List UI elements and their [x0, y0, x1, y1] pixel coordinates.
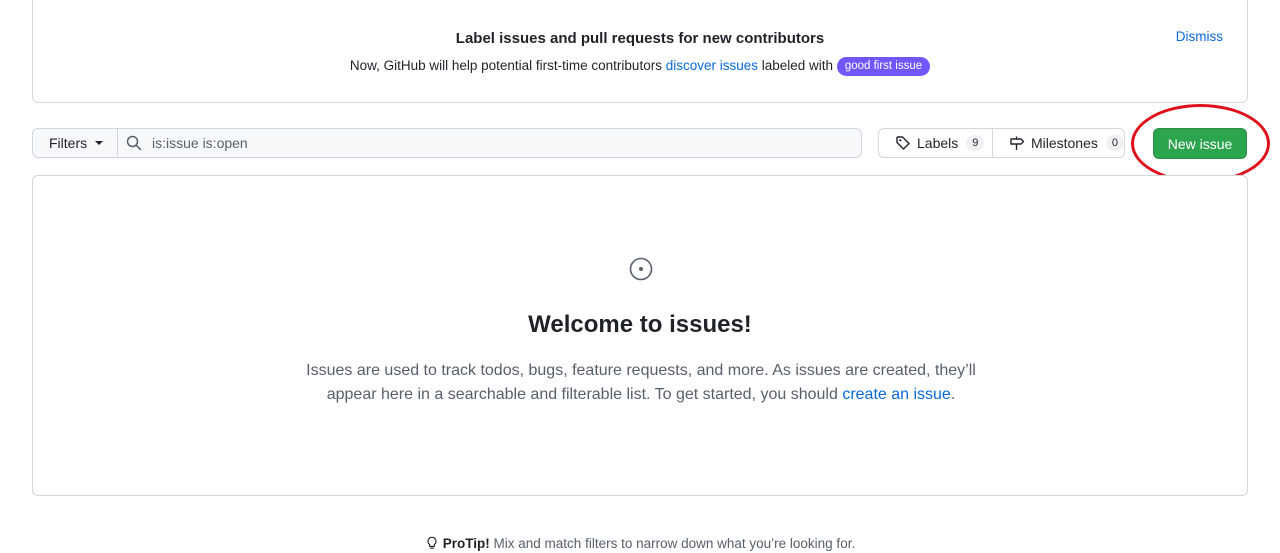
tag-icon	[896, 136, 910, 150]
caret-down-icon	[95, 141, 104, 145]
protip-text: Mix and match filters to narrow down wha…	[489, 536, 856, 551]
protip-label: ProTip!	[442, 536, 490, 551]
issue-opened-icon	[629, 257, 653, 281]
milestones-label: Milestones	[1030, 135, 1098, 151]
filters-button[interactable]: Filters	[32, 128, 118, 158]
filters-label: Filters	[49, 135, 88, 151]
banner-text-before: Now, GitHub will help potential first-ti…	[349, 58, 666, 73]
protip: ProTip! Mix and match filters to narrow …	[0, 535, 1280, 551]
new-contributors-banner: Label issues and pull requests for new c…	[32, 0, 1248, 103]
banner-text: Now, GitHub will help potential first-ti…	[33, 57, 1247, 76]
issues-page: Label issues and pull requests for new c…	[0, 0, 1280, 553]
dismiss-button[interactable]: Dismiss	[1176, 29, 1223, 44]
labels-button[interactable]: Labels 9	[879, 129, 993, 157]
blankslate-period: .	[950, 386, 956, 403]
create-issue-link[interactable]: create an issue	[842, 386, 951, 403]
milestone-icon	[1010, 136, 1025, 150]
banner-title: Label issues and pull requests for new c…	[455, 30, 825, 47]
search-icon	[126, 135, 142, 151]
banner-text-after: labeled with	[758, 58, 837, 73]
search-input[interactable]	[152, 135, 832, 151]
milestones-count: 0	[1105, 135, 1124, 151]
labels-count: 9	[966, 135, 985, 151]
light-bulb-icon	[427, 536, 437, 549]
issue-search[interactable]	[117, 128, 862, 158]
labels-milestones-group: Labels 9 Milestones 0	[878, 128, 1125, 158]
milestones-button[interactable]: Milestones 0	[993, 129, 1124, 157]
blankslate-text: Issues are used to track todos, bugs, fe…	[303, 359, 979, 407]
discover-issues-link[interactable]: discover issues	[666, 58, 758, 73]
new-issue-button[interactable]: New issue	[1153, 128, 1247, 159]
good-first-issue-label[interactable]: good first issue	[836, 57, 931, 76]
blankslate-title: Welcome to issues!	[528, 311, 752, 338]
labels-label: Labels	[917, 135, 959, 151]
issues-blankslate: Welcome to issues! Issues are used to tr…	[32, 175, 1248, 496]
